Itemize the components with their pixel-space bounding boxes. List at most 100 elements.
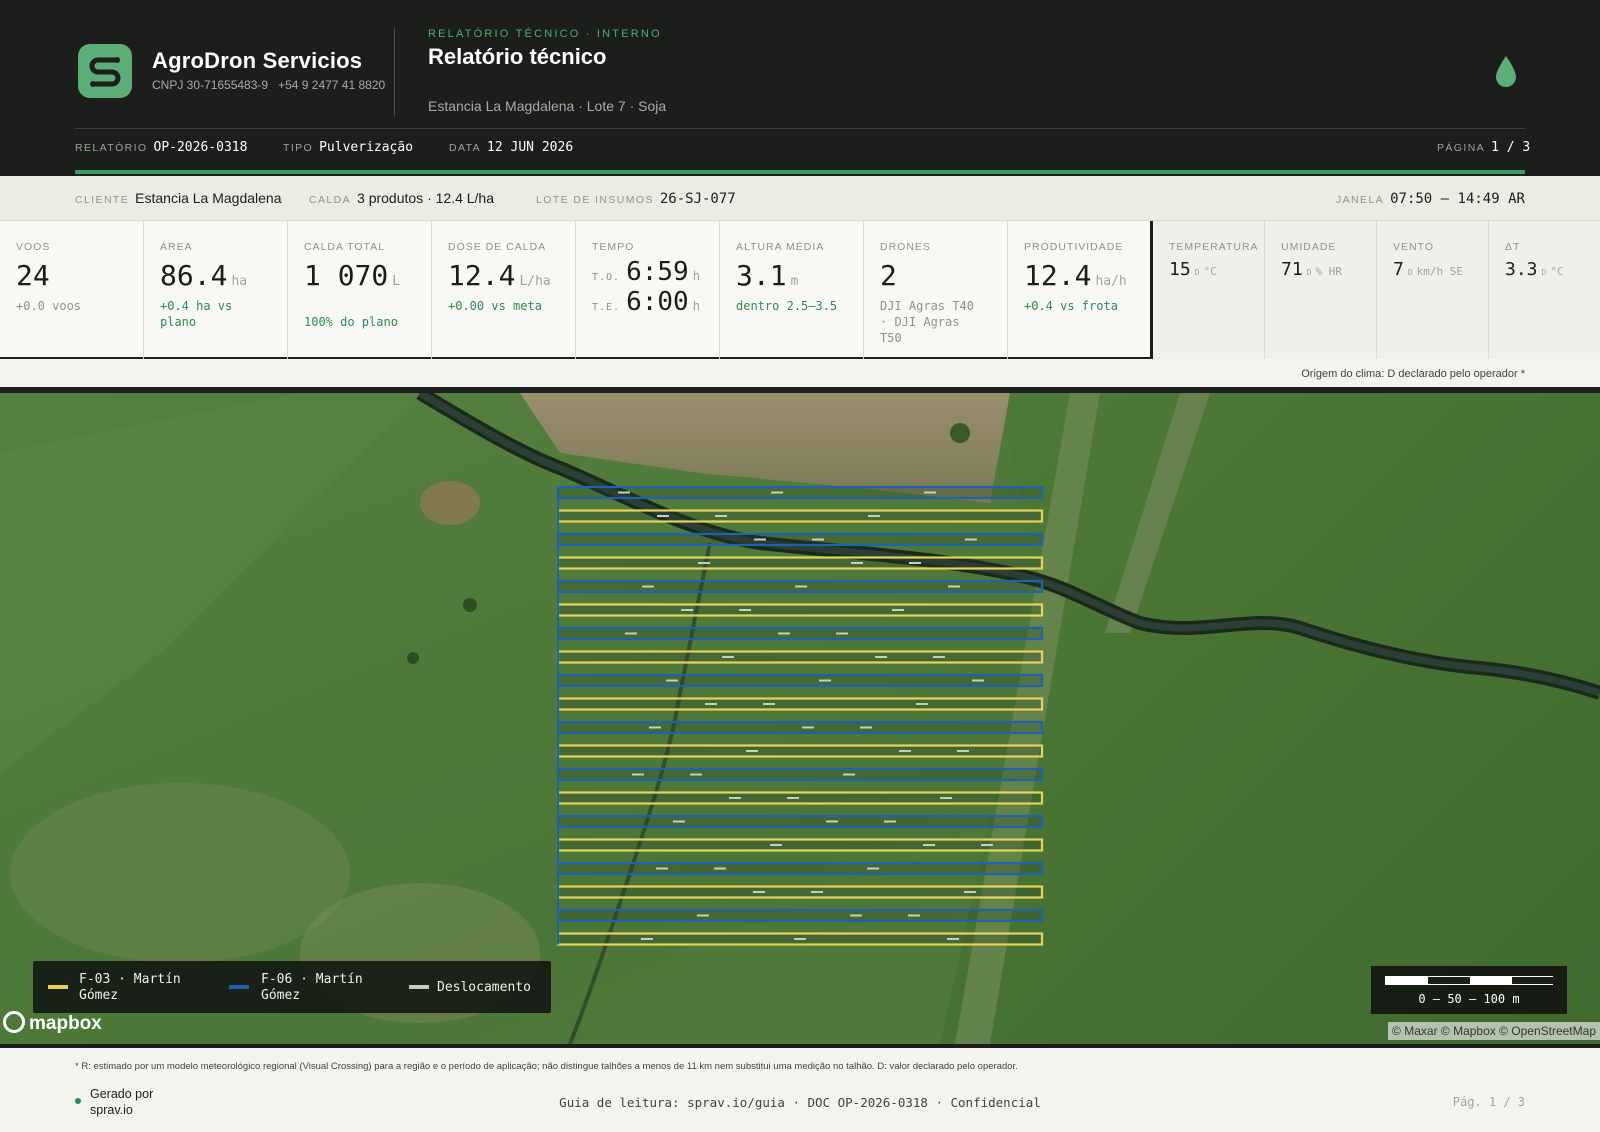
kpi-flag: D [1194, 268, 1200, 277]
kpi-unit: ha [231, 274, 248, 289]
kpi-tempo-te-value: 6:00 [626, 287, 689, 317]
scale-seg [1512, 977, 1554, 984]
legend-f03: F-03 · Martín Gómez [79, 972, 181, 1003]
water-drop-icon [1494, 54, 1518, 93]
kpi-note: +0.4 vs frota [1024, 299, 1118, 313]
kpi-value-wrap: 1 070 L [304, 259, 431, 292]
kpi-value: 71 [1281, 259, 1303, 280]
meta-pagina-value: 1 / 3 [1491, 140, 1531, 155]
kpi-unit: h [692, 299, 700, 313]
janela-info: JANELA 07:50 – 14:49 AR [1336, 190, 1525, 207]
kpi-altura: ALTURA MÉDIA 3.1 m dentro 2.5–3.5 [720, 221, 864, 359]
meta-relatorio-label: RELATÓRIO [75, 142, 148, 154]
meta-tipo-label: TIPO [283, 142, 314, 154]
meta-tipo: TIPO Pulverização [283, 140, 413, 155]
flight-line-f03 [556, 697, 1044, 711]
kpi-value-wrap: 3.3 D °C [1505, 259, 1600, 280]
kpi-note: +0.0 voos [16, 299, 82, 313]
kpi-tempo-te-label: T.E. [592, 302, 621, 313]
lote-value: 26-SJ-077 [659, 191, 736, 207]
flight-line-f06 [556, 485, 1044, 500]
flight-line-f06 [556, 720, 1044, 735]
climate-divider [1150, 221, 1153, 359]
kpi-temperatura: TEMPERATURA 15 D °C [1153, 221, 1265, 359]
kpi-row: VOOS 24 +0.0 voos ÁREA 86.4 ha +0.4 ha vs… [0, 221, 1600, 359]
report-header: AgroDron Servicios CNPJ 30-71655483-9 +54… [0, 0, 1600, 176]
footer-page-number: Pág. 1 / 3 [1452, 1095, 1525, 1109]
legend-f06: F-06 · Martín Gómez [261, 972, 363, 1003]
calda-value: 3 produtos · 12.4 L/ha [357, 190, 495, 206]
meta-data-label: DATA [449, 142, 482, 154]
kpi-label: TEMPO [592, 241, 635, 253]
kpi-flag: D [1407, 268, 1413, 277]
calda-info: CALDA 3 produtos · 12.4 L/ha [309, 190, 494, 206]
flight-map[interactable]: F-03 · Martín Gómez F-06 · Martín Gómez … [0, 393, 1600, 1044]
scale-seg [1386, 977, 1428, 984]
header-rule [75, 128, 1525, 129]
company-phone: +54 9 2477 41 8820 [278, 78, 386, 92]
map-bottom-rule [0, 1044, 1600, 1048]
flight-line-f03 [556, 838, 1044, 852]
meta-data: DATA 12 JUN 2026 [449, 140, 573, 155]
client-row: CLIENTE Estancia La Magdalena CALDA 3 prod… [0, 176, 1600, 221]
lote-info: LOTE DE INSUMOS 26-SJ-077 [536, 190, 736, 207]
climate-footnote: * R: estimado por um modelo meteorológic… [75, 1061, 1018, 1072]
legend-swatch-desloc [409, 985, 429, 989]
kpi-label: PRODUTIVIDADE [1024, 241, 1124, 253]
flight-line-f06 [556, 861, 1044, 876]
map-attribution[interactable]: © Maxar © Mapbox © OpenStreetMap [1388, 1022, 1600, 1040]
reading-guide: Guia de leitura: sprav.io/guia · DOC OP-… [559, 1095, 1041, 1110]
meta-pagina-label: PÁGINA [1437, 142, 1486, 154]
flight-line-f03 [556, 509, 1044, 523]
kpi-value: 86.4 [160, 259, 228, 292]
kpi-note: 100% do plano [304, 315, 398, 329]
kpi-unit: km/h SE [1416, 265, 1464, 278]
lote-label: LOTE DE INSUMOS [536, 194, 654, 206]
kpi-value: 3.1 [736, 259, 787, 292]
scale-label: 0 – 50 – 100 m [1418, 992, 1520, 1006]
kpi-unit: °C [1203, 265, 1217, 278]
kpi-value: 12.4 [1024, 259, 1092, 292]
meta-tipo-value: Pulverização [319, 140, 414, 155]
company-name: AgroDron Servicios [152, 48, 363, 73]
mapbox-logo[interactable]: mapbox [3, 1011, 102, 1035]
kpi-flag: D [1306, 268, 1312, 277]
client-info: CLIENTE Estancia La Magdalena [75, 190, 281, 206]
flight-line-f06 [556, 814, 1044, 829]
kpi-value: 12.4 [448, 259, 516, 292]
header-divider [394, 28, 395, 116]
meta-data-value: 12 JUN 2026 [487, 140, 574, 155]
kpi-note: +0.4 ha vs plano [160, 299, 233, 329]
doc-subtitle: Estancia La Magdalena · Lote 7 · Soja [428, 98, 667, 114]
mapbox-logo-text: mapbox [29, 1013, 102, 1034]
kpi-unit: m [790, 274, 799, 289]
calda-label: CALDA [309, 194, 352, 206]
kpi-value-wrap: 12.4 L/ha [448, 259, 575, 292]
company-contact: CNPJ 30-71655483-9 +54 9 2477 41 8820 [152, 78, 385, 92]
header-accent-bar [75, 170, 1525, 174]
meta-pagina: PÁGINA 1 / 3 [1437, 140, 1530, 155]
scale-seg [1470, 977, 1512, 984]
kpi-value: 2 [880, 259, 897, 292]
meta-relatorio: RELATÓRIO OP-2026-0318 [75, 140, 247, 155]
kpi-value-wrap: 7 Dkm/h SE [1393, 259, 1488, 280]
kpi-note: +0.00 vs meta [448, 299, 542, 313]
kpi-unit: % HR [1315, 265, 1343, 278]
kpi-produtividade: PRODUTIVIDADE 12.4 ha/h +0.4 vs frota [1008, 221, 1152, 359]
map-scale-bar: 0 – 50 – 100 m [1371, 966, 1567, 1014]
kpi-value-wrap: 86.4 ha [160, 259, 287, 292]
kpi-value: 15 [1169, 259, 1191, 280]
kpi-label: DRONES [880, 241, 931, 253]
kpi-label: ΔT [1505, 241, 1521, 253]
company-cnpj: CNPJ 30-71655483-9 [152, 78, 269, 92]
kpi-label: ALTURA MÉDIA [736, 241, 825, 253]
kpi-label: DOSE DE CALDA [448, 241, 547, 253]
legend-desloc: Deslocamento [437, 980, 531, 995]
climate-origin-note: Origem do clima: D declarado pelo operad… [1301, 368, 1525, 380]
kpi-label: VENTO [1393, 241, 1434, 253]
client-label: CLIENTE [75, 194, 130, 206]
kpi-tempo-to: T.O. 6:59 h [592, 257, 719, 287]
kpi-vento: VENTO 7 Dkm/h SE [1377, 221, 1489, 359]
janela-label: JANELA [1336, 194, 1385, 206]
flight-line-f03 [556, 744, 1044, 758]
